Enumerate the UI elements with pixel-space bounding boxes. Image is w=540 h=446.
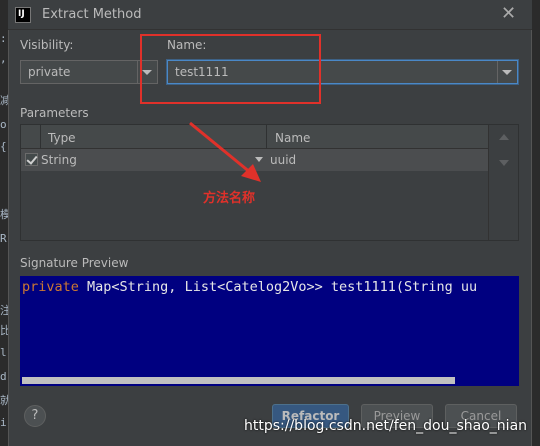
reorder-buttons (488, 125, 518, 240)
visibility-value: private (28, 65, 71, 79)
visibility-label: Visibility: (20, 38, 74, 52)
signature-rest: Map<String, List<Catelog2Vo>> test1111(S… (78, 279, 478, 295)
annotation-label: 方法名称 (203, 191, 256, 206)
annotation-arrow-icon (189, 121, 261, 182)
parameters-label: Parameters (20, 106, 89, 120)
close-icon[interactable]: ✕ (501, 3, 516, 24)
horizontal-scrollbar[interactable] (22, 377, 455, 384)
move-up-icon[interactable] (499, 134, 509, 140)
signature-keyword: private (22, 279, 79, 295)
move-down-icon[interactable] (499, 160, 509, 166)
chevron-down-icon (502, 70, 512, 75)
dialog-title: Extract Method (42, 7, 142, 22)
column-header-name[interactable]: Name (275, 131, 310, 145)
signature-text: private Map<String, List<Catelog2Vo>> te… (22, 279, 518, 295)
help-button[interactable]: ? (24, 405, 46, 427)
highlight-box (140, 34, 321, 104)
visibility-select[interactable]: private (20, 60, 158, 84)
parameter-type[interactable]: String (41, 153, 77, 167)
column-separator (40, 125, 41, 149)
watermark: https://blog.csdn.net/fen_dou_shao_nian (244, 418, 528, 434)
signature-preview-label: Signature Preview (20, 256, 129, 270)
column-header-type[interactable]: Type (48, 131, 76, 145)
name-history-button[interactable] (497, 61, 517, 83)
parameter-checkbox[interactable] (25, 153, 38, 166)
intellij-app-icon: IJ (15, 7, 31, 23)
